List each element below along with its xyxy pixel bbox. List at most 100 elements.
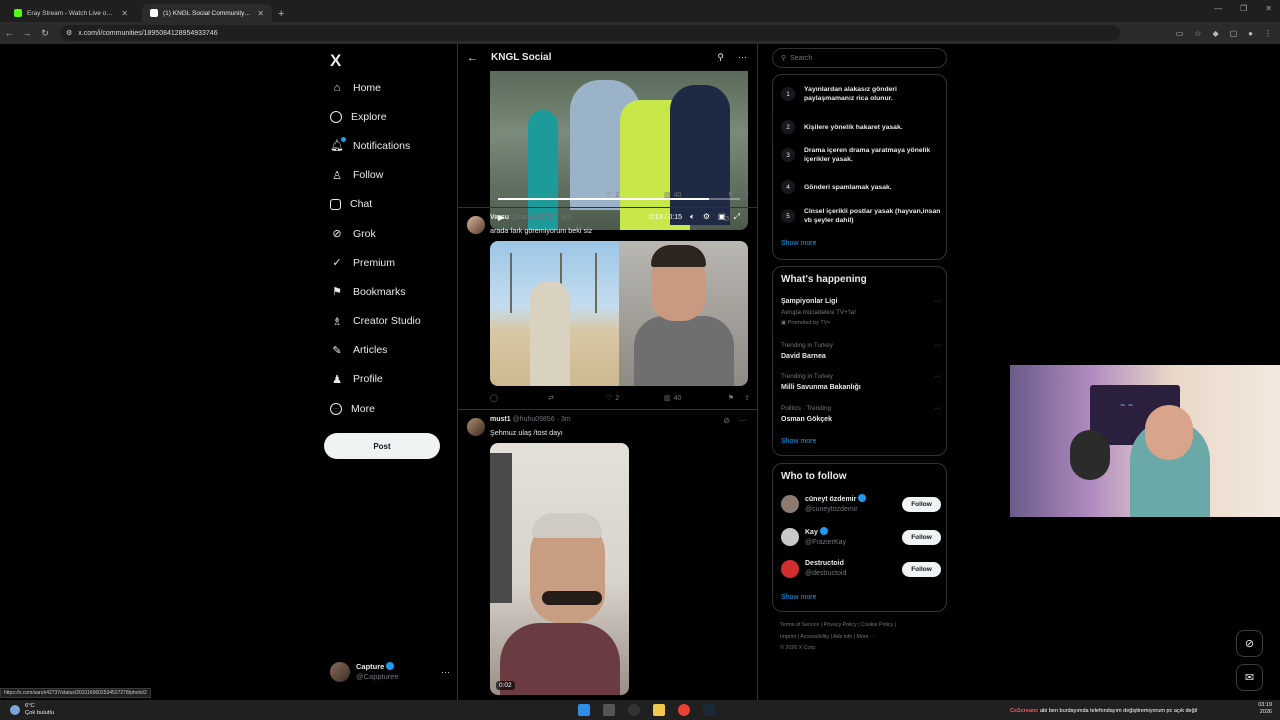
chrome-icon[interactable] — [678, 704, 690, 716]
nav-notifications[interactable]: 🔔︎ Notifications — [322, 131, 452, 160]
bookmark-icon[interactable]: ⚑ — [728, 394, 734, 402]
photo-actor[interactable] — [619, 241, 748, 386]
rule-item: 5 Cinsel içerikli postlar yasak (hayvan,i… — [781, 207, 941, 225]
search-icon: ⚲ — [781, 55, 787, 62]
follow-suggestion[interactable]: Destructoid @destructoid Follow — [781, 558, 941, 580]
follow-button[interactable]: Follow — [902, 529, 941, 545]
nav-bookmarks[interactable]: ⚑ Bookmarks — [322, 277, 452, 306]
trend-item[interactable]: Trending in Turkey Milli Savunma Bakanlı… — [781, 372, 941, 393]
browser-tab-kick[interactable]: Eray Stream - Watch Live on Ki ✕ — [6, 4, 136, 22]
rule-number: 5 — [781, 209, 795, 223]
nav-explore[interactable]: Explore — [322, 102, 452, 131]
nav-creator-studio[interactable]: ♗ Creator Studio — [322, 307, 452, 336]
trend-item[interactable]: Şampiyonlar Ligi Avrupa mücadelesi TV+'t… — [781, 297, 941, 329]
tab-label: (1) KNGL Social Community / X — [163, 9, 253, 17]
menu-icon[interactable]: ⋮ — [1264, 29, 1272, 38]
share-icon[interactable]: ⇪ — [744, 394, 750, 402]
extension-icon[interactable]: ◆ — [1212, 29, 1218, 38]
messages-floating-icon[interactable]: ✉ — [1236, 664, 1263, 691]
puzzle-icon[interactable]: ▢ — [1230, 29, 1238, 38]
forward-icon[interactable]: → — [18, 28, 36, 38]
back-icon[interactable]: ← — [0, 28, 18, 38]
post-button[interactable]: Post — [324, 433, 440, 459]
more-dots-icon[interactable]: ··· — [934, 341, 941, 352]
video-player[interactable]: ▶ 0:13 / 0:15 🔈︎ ⚙ ▣ ⤢ — [490, 70, 748, 230]
nav-follow[interactable]: ♙ Follow — [322, 161, 452, 190]
nav-premium[interactable]: ✓ Premium — [322, 248, 452, 277]
search-input[interactable]: ⚲ Search — [772, 48, 947, 68]
nav-more[interactable]: ··· More — [322, 394, 452, 423]
more-dots-icon[interactable]: ··· — [738, 52, 747, 63]
steam-icon[interactable] — [703, 704, 715, 716]
tweet-video[interactable]: 0:02 — [490, 443, 629, 695]
footer-line[interactable]: Imprint | Accessibility | Ads info | Mor… — [780, 632, 945, 644]
repost-button[interactable]: ⇄ — [548, 394, 606, 402]
more-dots-icon[interactable]: ··· — [934, 297, 941, 308]
more-dots-icon[interactable]: ··· — [934, 404, 941, 415]
follow-button[interactable]: Follow — [902, 496, 941, 512]
follow-button[interactable]: Follow — [902, 561, 941, 577]
photo-gta-character[interactable] — [490, 241, 619, 386]
grok-floating-icon[interactable]: ⊘ — [1236, 630, 1263, 657]
windows-start-icon[interactable] — [578, 704, 590, 716]
nav-profile[interactable]: ♟ Profile — [322, 365, 452, 394]
volume-icon[interactable]: 🔈︎ — [690, 212, 695, 222]
file-explorer-icon[interactable] — [653, 704, 665, 716]
more-dots-icon[interactable]: ··· — [739, 416, 747, 425]
star-icon[interactable]: ☆ — [1194, 29, 1201, 38]
profile-icon[interactable]: ● — [1248, 29, 1253, 38]
new-tab-icon[interactable]: + — [278, 8, 284, 20]
back-arrow-icon[interactable]: ← — [467, 52, 478, 64]
bookmark-icon[interactable]: ⚑ — [728, 191, 734, 199]
reply-button[interactable]: ◯ — [490, 191, 548, 199]
maximize-icon[interactable]: ❐ — [1240, 4, 1247, 13]
reply-button[interactable]: ◯ — [490, 394, 548, 402]
taskbar-clock[interactable]: 03:19 2026 — [1258, 702, 1272, 716]
install-icon[interactable]: ▭ — [1176, 29, 1184, 38]
more-dots-icon[interactable]: ··· — [934, 372, 941, 383]
show-more-link[interactable]: Show more — [781, 438, 816, 445]
follow-suggestion[interactable]: cüneyt özdemir @cuneytozdemir Follow — [781, 493, 941, 515]
reload-icon[interactable]: ↻ — [36, 28, 54, 39]
nav-home[interactable]: ⌂ Home — [322, 73, 452, 102]
grok-icon[interactable]: ⊘ — [723, 214, 730, 223]
browser-tab-x[interactable]: (1) KNGL Social Community / X ✕ — [142, 4, 272, 22]
show-more-link[interactable]: Show more — [781, 240, 816, 247]
close-tab-icon[interactable]: ✕ — [257, 9, 264, 18]
settings-icon[interactable]: ⚙ — [703, 212, 710, 222]
search-icon[interactable]: ⚲ — [717, 52, 724, 63]
follow-suggestion[interactable]: Kay @FrazierKay Follow — [781, 526, 941, 548]
like-button[interactable]: ♡ 2 — [606, 191, 664, 200]
trend-item[interactable]: Trending in Turkey David Barnea ··· — [781, 341, 941, 362]
share-icon[interactable]: ⇪ — [744, 191, 750, 199]
trend-item[interactable]: Politics · Trending Osman Gökçek ··· — [781, 404, 941, 425]
repost-button[interactable]: ⇄ — [548, 191, 606, 199]
avatar — [781, 560, 799, 578]
weather-widget[interactable]: 6°C Çok bulutlu — [10, 703, 54, 717]
tweet-header: Varsu @saruh42737 · 2m — [490, 214, 572, 221]
tweet-photos[interactable] — [490, 241, 748, 386]
nav-chat[interactable]: Chat — [322, 190, 452, 219]
nav-label: Profile — [353, 373, 383, 386]
close-window-icon[interactable]: ✕ — [1265, 4, 1272, 13]
like-button[interactable]: ♡ 2 — [606, 394, 664, 403]
task-view-icon[interactable] — [603, 704, 615, 716]
views-button[interactable]: ▥ 40 — [664, 394, 722, 403]
account-switcher[interactable]: Capture @Cappturee ··· — [330, 662, 450, 682]
grok-icon[interactable]: ⊘ — [723, 416, 730, 425]
rule-number: 4 — [781, 180, 795, 194]
close-tab-icon[interactable]: ✕ — [121, 9, 128, 18]
app-icon[interactable] — [628, 704, 640, 716]
nav-articles[interactable]: ✎ Articles — [322, 336, 452, 365]
nav-grok[interactable]: ⊘ Grok — [322, 219, 452, 248]
show-more-link[interactable]: Show more — [781, 594, 816, 601]
more-dots-icon[interactable]: ··· — [441, 667, 450, 677]
views-button[interactable]: ▥ 40 — [664, 191, 722, 200]
x-logo-icon[interactable]: X — [330, 51, 452, 73]
footer-line[interactable]: Terms of Service | Privacy Policy | Cook… — [780, 620, 945, 632]
more-dots-icon[interactable]: ··· — [739, 214, 747, 223]
video-figure — [500, 623, 620, 695]
minimize-icon[interactable]: — — [1214, 4, 1222, 13]
site-info-icon[interactable]: ⚙ — [66, 29, 72, 37]
url-field[interactable]: ⚙ x.com/i/communities/189508412895493374… — [60, 25, 1120, 41]
